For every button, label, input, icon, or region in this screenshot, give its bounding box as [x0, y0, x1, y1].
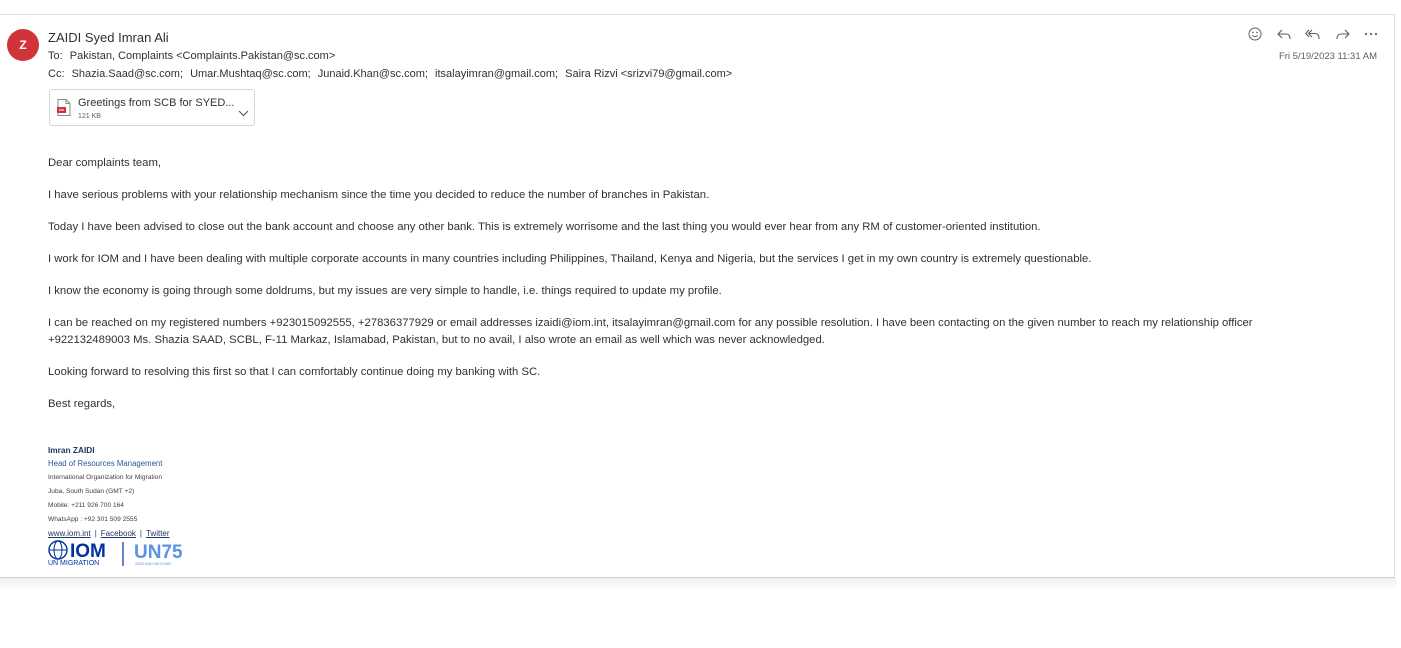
avatar[interactable]: Z — [7, 29, 39, 61]
body-paragraph: I work for IOM and I have been dealing w… — [48, 253, 1092, 265]
website-link[interactable]: www.iom.int — [48, 529, 91, 538]
cc-recipient[interactable]: itsalayimran@gmail.com; — [435, 68, 558, 80]
signature-mobile: Mobile: +211 926 700 164 — [48, 502, 124, 509]
attachment-size: 121 KB — [78, 113, 101, 120]
to-recipient[interactable]: Pakistan, Complaints <Complaints.Pakista… — [70, 50, 336, 62]
signature-title: Head of Resources Management — [48, 459, 163, 468]
un75-logo-subtext: 2020 AND BEYOND — [135, 561, 171, 566]
body-paragraph: I can be reached on my registered number… — [48, 315, 1348, 349]
message-actions — [1244, 25, 1389, 43]
emoji-reaction-icon[interactable] — [1244, 25, 1266, 43]
sent-date: Fri 5/19/2023 11:31 AM — [1278, 51, 1377, 62]
link-separator: | — [94, 529, 97, 538]
body-paragraph: Today I have been advised to close out t… — [48, 221, 1041, 233]
sender-name[interactable]: ZAIDI Syed Imran Ali — [48, 30, 169, 45]
iom-logo-text: IOM — [70, 541, 106, 562]
cc-label: Cc: — [48, 68, 65, 80]
link-separator: | — [139, 529, 142, 538]
iom-globe-icon — [48, 540, 68, 560]
avatar-initial: Z — [19, 38, 27, 52]
body-line: I can be reached on my registered number… — [48, 317, 1253, 329]
iom-un75-logo: IOM UN MIGRATION UN75 2020 AND BEYOND — [48, 540, 183, 567]
message-body: Dear complaints team, I have serious pro… — [48, 155, 1348, 428]
attachment-card[interactable]: Greetings from SCB for SYED... 121 KB — [49, 89, 255, 126]
attachment-name: Greetings from SCB for SYED... — [78, 97, 235, 109]
reply-all-icon[interactable] — [1302, 25, 1324, 43]
reply-icon[interactable] — [1273, 25, 1295, 43]
cc-recipient[interactable]: Saira Rizvi <srizvi79@gmail.com> — [565, 68, 732, 80]
iom-logo-subtext: UN MIGRATION — [48, 560, 99, 567]
cc-recipient[interactable]: Junaid.Khan@sc.com; — [318, 68, 428, 80]
signature-whatsapp: WhatsApp : +92 301 509 2555 — [48, 516, 138, 523]
signature-location: Juba, South Sudan (GMT +2) — [48, 488, 135, 495]
signature-logos: IOM UN MIGRATION UN75 2020 AND BEYOND — [48, 540, 190, 573]
cc-recipient[interactable]: Umar.Mushtaq@sc.com; — [190, 68, 311, 80]
cc-recipient[interactable]: Shazia.Saad@sc.com; — [72, 68, 183, 80]
twitter-link[interactable]: Twitter — [146, 529, 170, 538]
cc-line: Cc: Shazia.Saad@sc.com; Umar.Mushtaq@sc.… — [48, 68, 736, 80]
signature-block: Imran ZAIDI Head of Resources Management… — [48, 444, 170, 540]
un75-logo-text: UN75 — [134, 542, 183, 563]
body-line: +922132489003 Ms. Shazia SAAD, SCBL, F-1… — [48, 334, 825, 346]
facebook-link[interactable]: Facebook — [101, 529, 136, 538]
to-label: To: — [48, 50, 63, 62]
pdf-file-icon — [57, 99, 71, 121]
closing: Best regards, — [48, 398, 116, 410]
chevron-down-icon[interactable] — [238, 104, 249, 122]
body-paragraph: I know the economy is going through some… — [48, 285, 722, 297]
pane-shadow — [0, 578, 1397, 590]
signature-org: International Organization for Migration — [48, 474, 162, 481]
body-paragraph: I have serious problems with your relati… — [48, 189, 710, 201]
signature-links: www.iom.int | Facebook | Twitter — [48, 528, 170, 540]
more-actions-icon[interactable] — [1360, 25, 1382, 43]
body-paragraph: Looking forward to resolving this first … — [48, 366, 541, 378]
signature-name: Imran ZAIDI — [48, 445, 95, 455]
forward-icon[interactable] — [1331, 25, 1353, 43]
greeting: Dear complaints team, — [48, 157, 162, 169]
to-line: To: Pakistan, Complaints <Complaints.Pak… — [48, 50, 339, 62]
